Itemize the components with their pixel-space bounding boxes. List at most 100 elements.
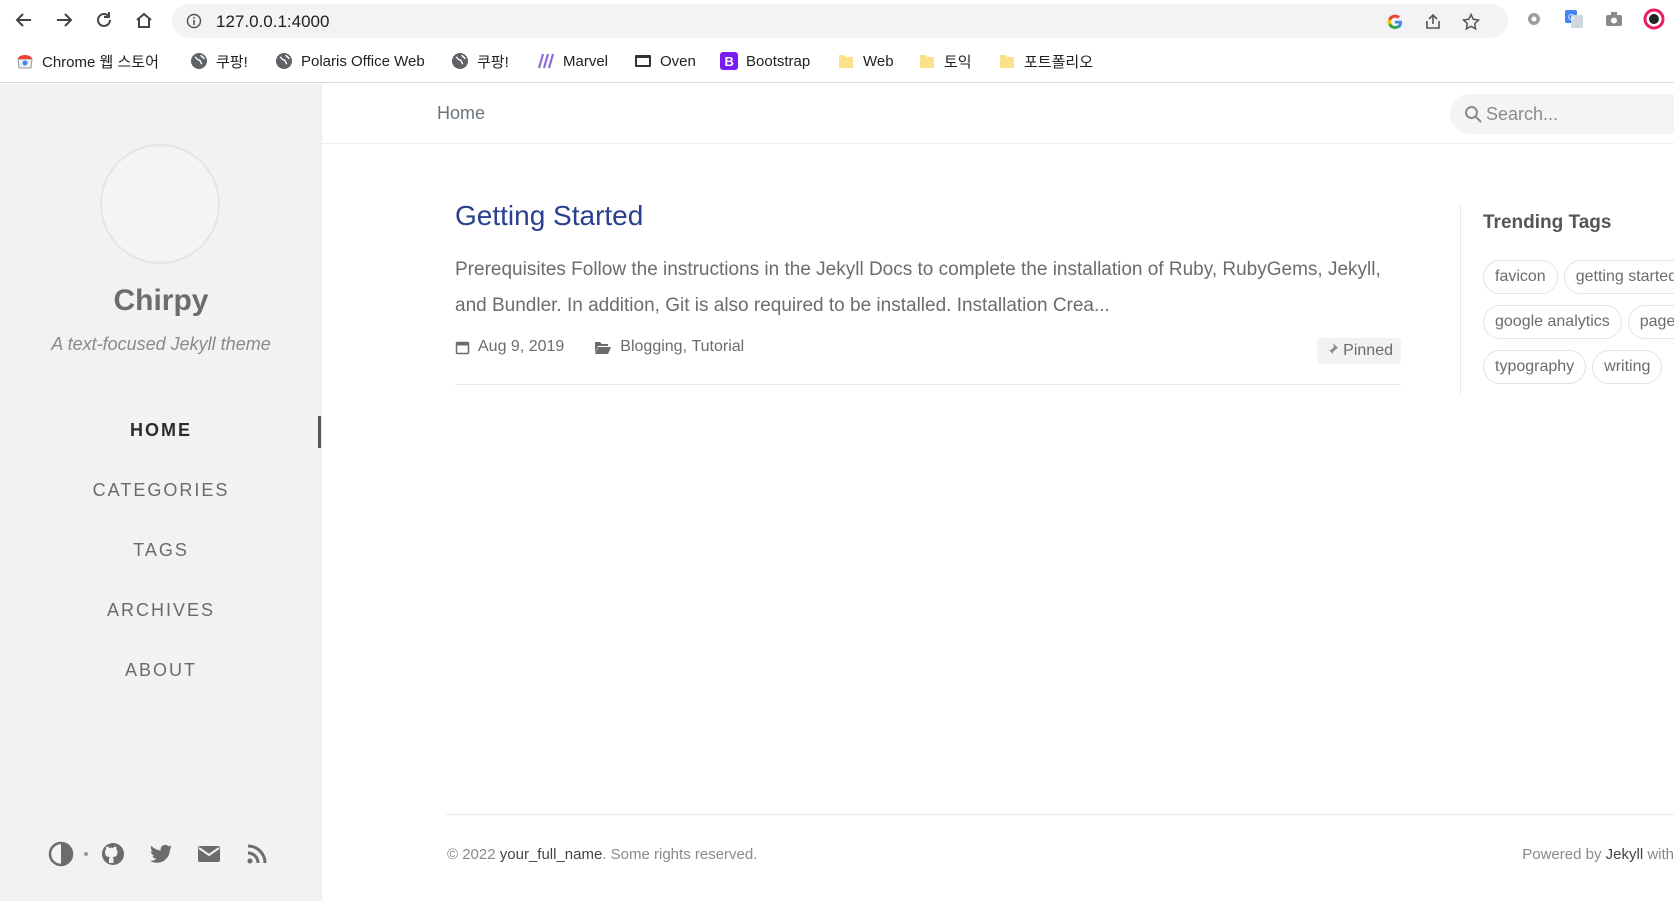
bookmark-label: Oven bbox=[660, 52, 696, 70]
copyright-prefix: © 2022 bbox=[447, 846, 500, 863]
sidebar-item-archives[interactable]: ARCHIVES bbox=[0, 600, 322, 621]
oven-icon bbox=[634, 52, 652, 70]
bookmark-item[interactable]: 토익 bbox=[918, 48, 972, 74]
post-category[interactable]: Tutorial bbox=[691, 338, 744, 356]
bookmark-item[interactable]: Marvel bbox=[537, 48, 608, 74]
sidebar-item-about[interactable]: ABOUT bbox=[0, 660, 322, 681]
svg-text:B: B bbox=[725, 54, 734, 69]
translate-extension-icon[interactable]: G bbox=[1563, 8, 1585, 30]
bookmark-item[interactable]: B Bootstrap bbox=[720, 48, 810, 74]
post-meta: Aug 9, 2019 Blogging, Tutorial bbox=[455, 338, 744, 356]
bookmark-label: Web bbox=[863, 52, 894, 70]
folder-icon bbox=[918, 52, 936, 70]
search-icon bbox=[1464, 105, 1482, 128]
search-box[interactable] bbox=[1450, 94, 1674, 134]
email-icon[interactable] bbox=[195, 840, 223, 868]
pin-icon bbox=[1325, 342, 1339, 361]
post-date: Aug 9, 2019 bbox=[478, 338, 565, 355]
bookmark-label: 쿠팡! bbox=[477, 53, 509, 71]
sidebar-item-home[interactable]: HOME bbox=[0, 420, 322, 441]
svg-text:G: G bbox=[1568, 13, 1574, 22]
bookmark-label: 토익 bbox=[944, 53, 972, 71]
author-link[interactable]: your_full_name bbox=[500, 846, 603, 863]
site-title[interactable]: Chirpy bbox=[0, 284, 322, 318]
github-icon[interactable] bbox=[99, 840, 127, 868]
footer-divider bbox=[446, 814, 1674, 815]
sidebar-item-categories[interactable]: CATEGORIES bbox=[0, 480, 322, 501]
tag-row: favicon getting started bbox=[1483, 260, 1674, 294]
powered-suffix: with bbox=[1643, 846, 1674, 863]
share-icon[interactable] bbox=[1422, 12, 1444, 32]
bootstrap-icon: B bbox=[720, 52, 738, 70]
bookmark-item[interactable]: Oven bbox=[634, 48, 696, 74]
bookmark-item[interactable]: Web bbox=[837, 48, 894, 74]
site-subtitle: A text-focused Jekyll theme bbox=[51, 334, 271, 354]
back-arrow-icon[interactable] bbox=[12, 8, 36, 32]
pinned-label: Pinned bbox=[1343, 342, 1393, 359]
address-bar[interactable]: 127.0.0.1:4000 bbox=[172, 4, 1508, 38]
tag-row: typography writing bbox=[1483, 350, 1668, 384]
post-category[interactable]: Blogging bbox=[620, 338, 682, 356]
jekyll-link[interactable]: Jekyll bbox=[1606, 846, 1644, 863]
footer-powered-by: Powered by Jekyll with bbox=[1522, 846, 1674, 863]
folder-icon bbox=[998, 52, 1016, 70]
globe-icon bbox=[275, 52, 293, 70]
bookmark-label: Bootstrap bbox=[746, 52, 811, 70]
tag-chip[interactable]: writing bbox=[1592, 350, 1663, 384]
twitter-icon[interactable] bbox=[147, 840, 175, 868]
bookmark-label: Marvel bbox=[563, 52, 609, 70]
bookmark-label: Polaris Office Web bbox=[301, 52, 425, 70]
trending-tags-panel: Trending Tags favicon getting started goo… bbox=[1460, 204, 1674, 394]
footer-copyright: © 2022 your_full_name. Some rights reser… bbox=[447, 846, 757, 863]
home-icon[interactable] bbox=[132, 8, 156, 32]
browser-toolbar: 127.0.0.1:4000 G Chrome 웹 스토어 쿠팡! Polari… bbox=[0, 0, 1674, 83]
marvel-icon bbox=[537, 52, 555, 70]
globe-icon bbox=[190, 52, 208, 70]
separator-dot bbox=[84, 852, 88, 856]
category-separator: , bbox=[682, 338, 692, 355]
sidebar: Chirpy A text-focused Jekyll theme HOME … bbox=[0, 84, 322, 901]
bookmark-item[interactable]: Chrome 웹 스토어 bbox=[16, 48, 159, 74]
rights-text: . Some rights reserved. bbox=[602, 846, 758, 863]
tag-chip[interactable]: getting started bbox=[1563, 260, 1674, 294]
tag-chip[interactable]: typography bbox=[1483, 350, 1587, 384]
rss-icon[interactable] bbox=[243, 840, 271, 868]
google-icon[interactable] bbox=[1384, 12, 1406, 32]
bookmark-item[interactable]: 쿠팡! bbox=[190, 48, 248, 74]
pinned-badge: Pinned bbox=[1317, 338, 1401, 364]
bookmark-label: 쿠팡! bbox=[216, 53, 248, 71]
tag-chip[interactable]: favicon bbox=[1483, 260, 1558, 294]
search-input[interactable] bbox=[1486, 101, 1674, 127]
url-text: 127.0.0.1:4000 bbox=[216, 12, 330, 31]
forward-arrow-icon[interactable] bbox=[52, 8, 76, 32]
post-card[interactable]: Getting Started Prerequisites Follow the… bbox=[455, 200, 1401, 385]
active-nav-indicator bbox=[318, 416, 321, 448]
site-info-icon[interactable] bbox=[186, 13, 202, 34]
globe-icon bbox=[451, 52, 469, 70]
sidebar-item-tags[interactable]: TAGS bbox=[0, 540, 322, 561]
bookmark-star-icon[interactable] bbox=[1460, 12, 1482, 32]
folder-icon bbox=[837, 52, 855, 70]
camera-extension-icon[interactable] bbox=[1603, 8, 1625, 30]
bookmark-item[interactable]: 포트폴리오 bbox=[998, 48, 1093, 74]
tag-row: google analyticspageviews bbox=[1483, 305, 1674, 339]
topbar: Home bbox=[322, 84, 1674, 144]
powered-prefix: Powered by bbox=[1522, 846, 1606, 863]
bookmark-label: Chrome 웹 스토어 bbox=[42, 53, 159, 71]
post-title[interactable]: Getting Started bbox=[455, 200, 643, 232]
bookmark-item[interactable]: 쿠팡! bbox=[451, 48, 509, 74]
tag-chip[interactable]: google analytics bbox=[1483, 305, 1622, 339]
tag-chip[interactable]: pageviews bbox=[1627, 305, 1674, 339]
profile-ring-extension-icon[interactable] bbox=[1643, 8, 1665, 30]
bookmarks-bar: Chrome 웹 스토어 쿠팡! Polaris Office Web 쿠팡! … bbox=[0, 46, 1674, 76]
avatar[interactable] bbox=[100, 144, 220, 264]
folder-open-icon bbox=[594, 340, 612, 355]
bookmark-label: 포트폴리오 bbox=[1024, 53, 1094, 71]
calendar-icon bbox=[455, 340, 470, 355]
theme-toggle-icon[interactable] bbox=[47, 840, 75, 868]
reload-icon[interactable] bbox=[92, 8, 116, 32]
panel-title: Trending Tags bbox=[1483, 212, 1612, 233]
breadcrumb: Home bbox=[437, 103, 486, 123]
bookmark-item[interactable]: Polaris Office Web bbox=[275, 48, 425, 74]
extension-gear-icon[interactable] bbox=[1523, 8, 1545, 30]
